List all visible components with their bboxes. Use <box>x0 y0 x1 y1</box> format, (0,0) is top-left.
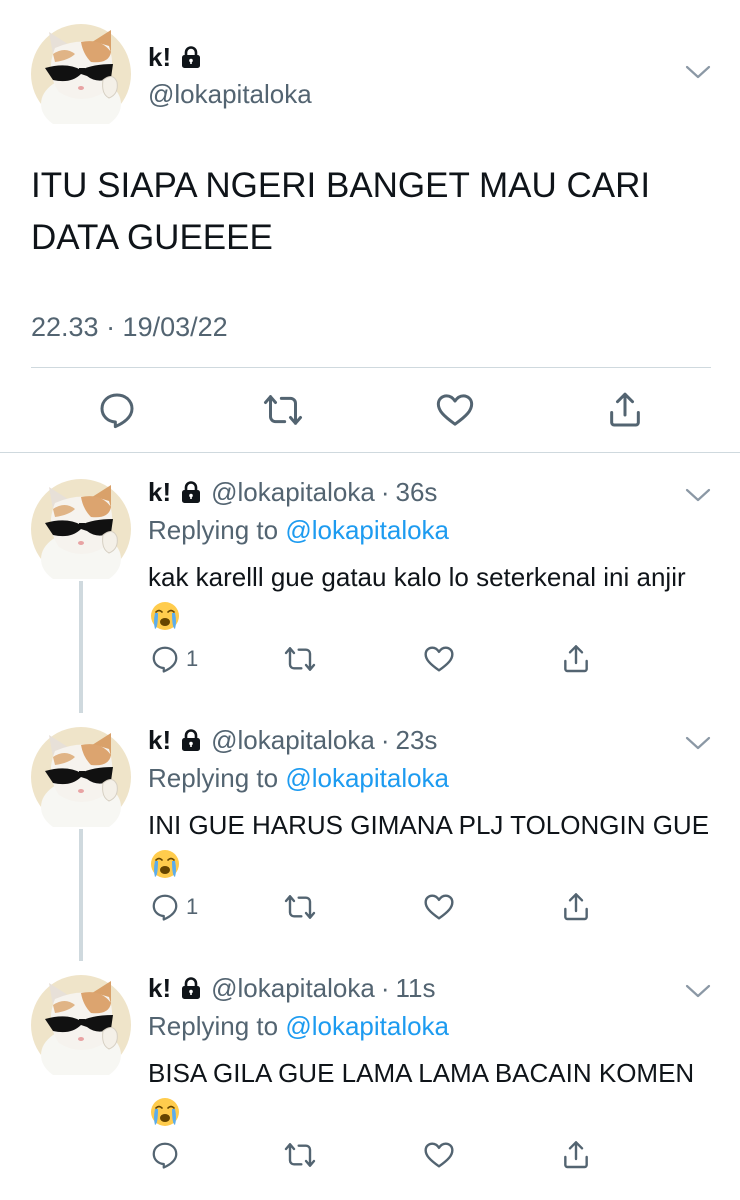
tweet-actions <box>0 388 740 434</box>
like-button[interactable] <box>423 1135 455 1175</box>
like-icon <box>423 643 455 675</box>
tweet-timestamp[interactable]: 22.33 · 19/03/22 <box>31 309 228 345</box>
like-icon <box>423 891 455 923</box>
reply-button[interactable] <box>95 388 139 432</box>
tweet-text: ITU SIAPA NGERI BANGET MAU CARI DATA GUE… <box>31 166 651 257</box>
replying-to-prefix: Replying to <box>148 1011 279 1041</box>
reply-button[interactable] <box>150 1135 186 1175</box>
crying-emoji-icon <box>149 600 181 632</box>
replying-to: Replying to @lokapitaloka <box>148 761 449 795</box>
retweet-button[interactable] <box>284 1135 316 1175</box>
retweet-button[interactable] <box>284 887 316 927</box>
chevron-down-icon[interactable] <box>684 733 712 753</box>
replying-to: Replying to @lokapitaloka <box>148 1009 449 1043</box>
main-tweet: k! @lokapitaloka ITU SIAPA NGERI BANGET … <box>0 0 740 452</box>
display-name[interactable]: k! <box>148 42 203 72</box>
share-icon <box>560 643 592 675</box>
tweet-actions: 1 <box>0 639 740 679</box>
display-name-text: k! <box>148 42 172 72</box>
reply-tweet[interactable]: k! @lokapitaloka · 36s Replying to @loka… <box>0 453 740 713</box>
display-name[interactable]: k! <box>148 971 171 1005</box>
like-button[interactable] <box>423 639 455 679</box>
reply-header: k! @lokapitaloka · 23s <box>148 723 437 757</box>
reply-tweet[interactable]: k! @lokapitaloka · 11s Replying to @loka… <box>0 949 740 1197</box>
share-icon <box>560 1139 592 1171</box>
reply-tweet[interactable]: k! @lokapitaloka · 23s Replying to @loka… <box>0 701 740 961</box>
reply-button[interactable]: 1 <box>150 639 198 679</box>
tweet-actions <box>0 1135 740 1175</box>
mention-link[interactable]: @lokapitaloka <box>285 1011 449 1041</box>
like-icon <box>423 1139 455 1171</box>
avatar[interactable] <box>31 24 131 124</box>
tweet-text-content: kak karelll gue gatau kalo lo seterkenal… <box>148 562 686 592</box>
separator: · <box>380 725 390 755</box>
retweet-icon <box>284 1139 316 1171</box>
tweet-time[interactable]: 11s <box>396 971 436 1005</box>
separator: · <box>380 973 390 1003</box>
crying-emoji-icon <box>149 848 181 880</box>
share-button[interactable] <box>560 639 592 679</box>
divider <box>31 367 711 368</box>
like-icon <box>435 390 475 430</box>
avatar[interactable] <box>31 479 131 579</box>
share-button[interactable] <box>560 887 592 927</box>
chevron-down-icon[interactable] <box>684 485 712 505</box>
tweet-text: kak karelll gue gatau kalo lo seterkenal… <box>148 557 718 637</box>
reply-count: 1 <box>186 646 199 671</box>
replying-to: Replying to @lokapitaloka <box>148 513 449 547</box>
share-icon <box>605 390 645 430</box>
reply-button[interactable]: 1 <box>150 887 198 927</box>
share-icon <box>560 891 592 923</box>
lock-icon <box>179 45 203 69</box>
reply-icon <box>150 892 180 922</box>
reply-icon <box>150 644 180 674</box>
crying-emoji-icon <box>149 1096 181 1128</box>
separator: · <box>380 477 390 507</box>
like-button[interactable] <box>433 388 477 432</box>
lock-icon <box>179 728 203 752</box>
mention-link[interactable]: @lokapitaloka <box>285 515 449 545</box>
user-handle[interactable]: @lokapitaloka <box>211 723 375 757</box>
like-button[interactable] <box>423 887 455 927</box>
tweet-time[interactable]: 23s <box>396 723 438 757</box>
reply-icon <box>97 390 137 430</box>
display-name[interactable]: k! <box>148 723 171 757</box>
share-button[interactable] <box>603 388 647 432</box>
tweet-text: INI GUE HARUS GIMANA PLJ TOLONGIN GUE <box>148 805 718 885</box>
retweet-icon <box>284 643 316 675</box>
user-handle[interactable]: @lokapitaloka <box>211 971 375 1005</box>
tweet-text-content: BISA GILA GUE LAMA LAMA BACAIN KOMEN <box>148 1058 695 1088</box>
retweet-button[interactable] <box>284 639 316 679</box>
user-handle[interactable]: @lokapitaloka <box>211 475 375 509</box>
avatar[interactable] <box>31 975 131 1075</box>
share-button[interactable] <box>560 1135 592 1175</box>
lock-icon <box>179 480 203 504</box>
lock-icon <box>179 976 203 1000</box>
tweet-actions: 1 <box>0 887 740 927</box>
retweet-icon <box>284 891 316 923</box>
reply-icon <box>150 1140 180 1170</box>
retweet-icon <box>263 390 303 430</box>
replying-to-prefix: Replying to <box>148 763 279 793</box>
tweet-text: BISA GILA GUE LAMA LAMA BACAIN KOMEN <box>148 1053 718 1133</box>
reply-count: 1 <box>186 894 199 919</box>
chevron-down-icon[interactable] <box>684 981 712 1001</box>
replying-to-prefix: Replying to <box>148 515 279 545</box>
tweet-time[interactable]: 36s <box>396 475 438 509</box>
avatar[interactable] <box>31 727 131 827</box>
chevron-down-icon[interactable] <box>684 62 712 82</box>
user-handle[interactable]: @lokapitaloka <box>148 78 312 110</box>
retweet-button[interactable] <box>261 388 305 432</box>
display-name[interactable]: k! <box>148 475 171 509</box>
reply-header: k! @lokapitaloka · 36s <box>148 475 437 509</box>
mention-link[interactable]: @lokapitaloka <box>285 763 449 793</box>
reply-header: k! @lokapitaloka · 11s <box>148 971 436 1005</box>
tweet-text-content: INI GUE HARUS GIMANA PLJ TOLONGIN GUE <box>148 810 710 840</box>
